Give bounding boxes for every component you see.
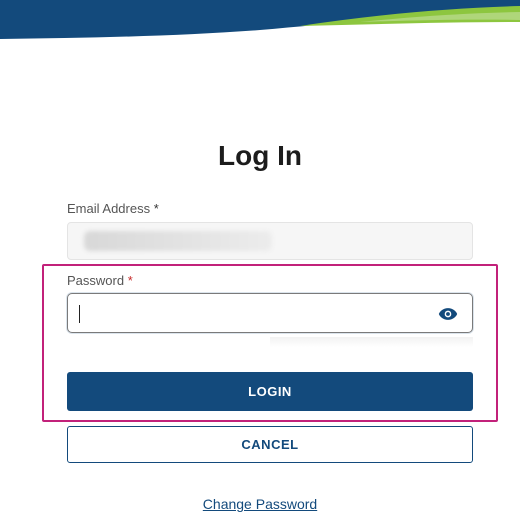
eye-icon[interactable]: [438, 305, 458, 323]
header-banner: [0, 0, 520, 39]
email-label-text: Email Address: [67, 201, 151, 216]
password-field[interactable]: [67, 293, 473, 333]
shadow-divider: [270, 337, 473, 347]
password-required-mark: *: [127, 273, 133, 288]
email-redacted-value: [84, 231, 272, 251]
password-label: Password *: [67, 273, 133, 288]
cancel-button[interactable]: CANCEL: [67, 426, 473, 463]
email-field[interactable]: [67, 222, 473, 260]
email-label: Email Address *: [67, 201, 159, 216]
change-password-row: Change Password: [0, 496, 520, 512]
password-label-text: Password: [67, 273, 125, 288]
change-password-link[interactable]: Change Password: [203, 496, 317, 512]
text-cursor: [79, 305, 80, 323]
login-button[interactable]: LOGIN: [67, 372, 473, 411]
page-title: Log In: [218, 140, 302, 171]
email-required-mark: *: [153, 201, 159, 216]
